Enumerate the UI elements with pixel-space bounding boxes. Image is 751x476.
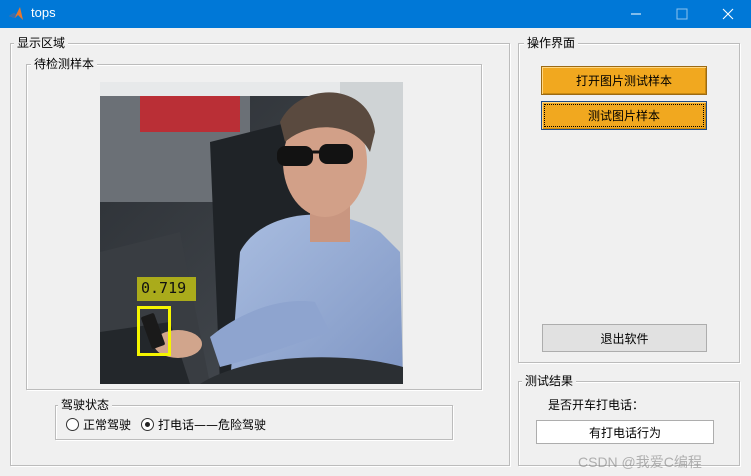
result-panel-title: 测试结果 bbox=[522, 373, 577, 389]
sample-panel-title: 待检测样本 bbox=[31, 56, 98, 72]
result-question: 是否开车打电话： bbox=[548, 398, 645, 412]
watermark: CSDN @我爱C编程 bbox=[578, 454, 702, 470]
operation-panel-title: 操作界面 bbox=[524, 35, 579, 51]
result-answer: 有打电话行为 bbox=[588, 425, 661, 440]
detection-box bbox=[137, 306, 171, 356]
window-title: tops bbox=[31, 5, 56, 20]
sample-image: 0.719 bbox=[100, 82, 403, 384]
matlab-icon bbox=[9, 7, 23, 20]
minimize-button[interactable] bbox=[613, 0, 659, 28]
close-button[interactable] bbox=[705, 0, 751, 28]
radio-phone-label: 打电话——危险驾驶 bbox=[158, 417, 267, 432]
radio-phone-circle[interactable] bbox=[141, 417, 154, 431]
maximize-button[interactable] bbox=[659, 0, 705, 28]
exit-button[interactable]: 退出软件 bbox=[542, 324, 707, 352]
driving-state-title: 驾驶状态 bbox=[58, 397, 113, 413]
maximize-icon bbox=[676, 8, 688, 20]
radio-normal-label: 正常驾驶 bbox=[83, 417, 132, 432]
title-bar: tops bbox=[0, 0, 751, 28]
radio-phone-dangerous[interactable]: 打电话——危险驾驶 bbox=[141, 416, 266, 432]
result-answer-box: 有打电话行为 bbox=[536, 420, 714, 444]
detection-label: 0.719 bbox=[137, 277, 196, 301]
display-area-title: 显示区域 bbox=[14, 35, 69, 51]
minimize-icon bbox=[631, 13, 641, 15]
close-icon bbox=[722, 8, 734, 20]
radio-normal-circle[interactable] bbox=[66, 417, 79, 431]
radio-normal-driving[interactable]: 正常驾驶 bbox=[66, 416, 131, 432]
detection-score: 0.719 bbox=[141, 279, 187, 297]
open-image-button[interactable]: 打开图片测试样本 bbox=[541, 66, 707, 95]
test-image-button[interactable]: 测试图片样本 bbox=[541, 101, 707, 130]
